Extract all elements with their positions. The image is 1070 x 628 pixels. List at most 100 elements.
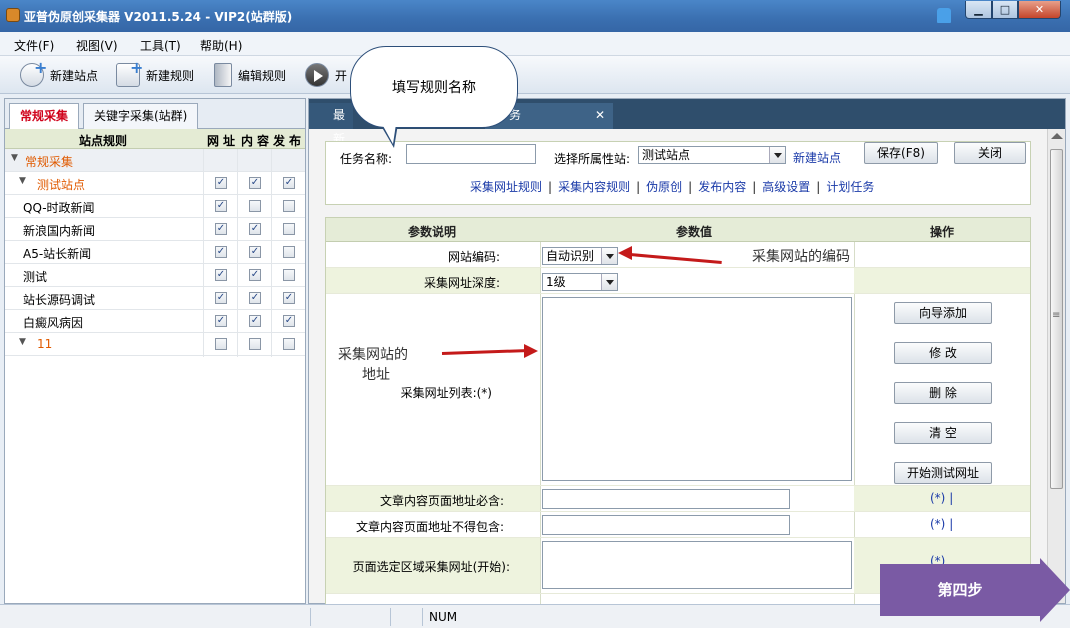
rule-row[interactable]: 站长源码调试 ✓ ✓ ✓ [5,287,305,310]
save-button[interactable]: 保存(F8) [864,142,938,164]
link-advanced[interactable]: 高级设置 [762,180,810,194]
modify-button[interactable]: 修 改 [894,342,992,364]
menu-help[interactable]: 帮助(H) [200,37,242,54]
site-select-label: 选择所属性站: [554,152,631,166]
start-button[interactable]: 开 [305,62,347,88]
url-checkbox[interactable]: ✓ [215,246,227,258]
site-row[interactable]: ▼ 测试站点 ✓ ✓ ✓ [5,172,305,195]
url-checkbox[interactable]: ✓ [215,292,227,304]
required-mark[interactable]: (*) [930,491,945,505]
header-col6: 布 [289,134,302,148]
site-select[interactable]: 测试站点 [638,146,786,164]
must-not-contain-ops: (*) | [854,512,1030,537]
region-start-textarea[interactable] [542,541,852,589]
new-site-button[interactable]: 新建站点 [20,58,98,88]
publish-checkbox[interactable] [283,246,295,258]
row-must-not-contain: 文章内容页面地址不得包含: (*) | [326,512,1030,538]
required-mark[interactable]: (*) [930,517,945,531]
expand-icon[interactable]: ▼ [11,153,18,163]
encoding-select[interactable]: 自动识别 [542,247,618,265]
content-checkbox[interactable]: ✓ [249,292,261,304]
scroll-thumb[interactable] [1050,149,1063,489]
task-name-input[interactable] [406,144,536,164]
header-param-desc: 参数说明 [408,225,457,239]
publish-checkbox[interactable]: ✓ [283,292,295,304]
expand-icon[interactable]: ▼ [19,337,26,347]
new-rule-button[interactable]: 新建规则 [116,58,194,88]
content-checkbox[interactable]: ✓ [249,315,261,327]
rule-row[interactable]: 测试 ✓ ✓ [5,264,305,287]
content-checkbox[interactable]: ✓ [249,246,261,258]
new-site-icon [20,58,47,87]
app-icon [6,8,20,22]
link-pseudo-original[interactable]: 伪原创 [646,180,682,194]
content-checkbox[interactable]: ✓ [249,269,261,281]
scroll-up-icon[interactable] [1051,133,1063,139]
url-checkbox[interactable]: ✓ [215,269,227,281]
expand-icon[interactable]: ▼ [19,176,26,186]
edit-rule-icon [214,63,232,87]
edit-rule-button[interactable]: 编辑规则 [214,62,286,88]
delete-button[interactable]: 删 除 [894,382,992,404]
must-not-contain-label: 文章内容页面地址不得包含: [355,520,504,534]
close-tab-icon[interactable]: ✕ [595,103,605,127]
publish-checkbox[interactable]: ✓ [283,315,295,327]
close-button[interactable]: 关闭 [954,142,1026,164]
url-checkbox[interactable]: ✓ [215,315,227,327]
num-lock-indicator: NUM [422,608,462,626]
link-content-rules[interactable]: 采集内容规则 [558,180,630,194]
url-checkbox[interactable]: ✓ [215,177,227,189]
region-start-label: 页面选定区域采集网址(开始): [326,538,540,593]
url-checkbox[interactable] [215,338,227,350]
start-label: 开 [335,68,348,83]
vertical-scrollbar[interactable] [1047,129,1065,603]
grid-divider [203,149,204,357]
rule-row[interactable]: 白癜风病因 ✓ ✓ ✓ [5,310,305,333]
must-not-contain-input[interactable] [542,515,790,535]
menu-view[interactable]: 视图(V) [76,37,118,54]
start-test-url-button[interactable]: 开始测试网址 [894,462,992,484]
publish-checkbox[interactable] [283,269,295,281]
minimize-button[interactable]: ▁ [965,1,992,19]
publish-checkbox[interactable] [283,338,295,350]
content-checkbox[interactable]: ✓ [249,223,261,235]
link-publish[interactable]: 发布内容 [698,180,746,194]
url-checkbox[interactable]: ✓ [215,223,227,235]
clear-button[interactable]: 清 空 [894,422,992,444]
content-checkbox[interactable] [249,200,261,212]
header-site-rules: 站点规则 [79,134,128,148]
site-rules-panel: 常规采集 关键字采集(站群) 站点规则 网 址 内 容 发 布 ▼ 常规采集 ▼ 测试… [4,98,306,604]
must-contain-input[interactable] [542,489,790,509]
params-table: 参数说明 参数值 操作 网站编码: 自动识别 采集网址深度: 1级 采集网址列表… [325,217,1031,605]
url-list-textarea[interactable] [542,297,852,481]
depth-label: 采集网址深度: [326,268,540,293]
site-select-value: 测试站点 [642,148,691,162]
maximize-button[interactable]: □ [992,1,1018,19]
tab-regular-collect[interactable]: 常规采集 [9,103,80,129]
rule-row[interactable]: 新浪国内新闻 ✓ ✓ [5,218,305,241]
link-schedule[interactable]: 计划任务 [826,180,874,194]
rule-row[interactable]: A5-站长新闻 ✓ ✓ [5,241,305,264]
publish-checkbox[interactable] [283,223,295,235]
site-row[interactable]: ▼ 11 [5,333,305,356]
publish-checkbox[interactable] [283,200,295,212]
url-checkbox[interactable]: ✓ [215,200,227,212]
link-url-rules[interactable]: 采集网址规则 [470,180,542,194]
rule-group-row[interactable]: ▼ 常规采集 [5,149,305,172]
content-checkbox[interactable]: ✓ [249,177,261,189]
menu-tools[interactable]: 工具(T) [140,37,181,54]
play-icon [305,63,329,87]
rule-row[interactable]: QQ-时政新闻 ✓ [5,195,305,218]
tab-latest[interactable]: 最新 [309,103,353,146]
status-cell [310,608,390,626]
publish-checkbox[interactable]: ✓ [283,177,295,189]
menu-file[interactable]: 文件(F) [14,37,54,54]
skin-icon[interactable] [937,8,951,23]
new-site-link[interactable]: 新建站点 [793,149,841,166]
depth-select[interactable]: 1级 [542,273,618,291]
close-window-button[interactable]: ✕ [1018,1,1061,19]
tab-keyword-collect[interactable]: 关键字采集(站群) [83,103,199,129]
row-encoding: 网站编码: 自动识别 [326,242,1030,268]
wizard-add-button[interactable]: 向导添加 [894,302,992,324]
content-checkbox[interactable] [249,338,261,350]
